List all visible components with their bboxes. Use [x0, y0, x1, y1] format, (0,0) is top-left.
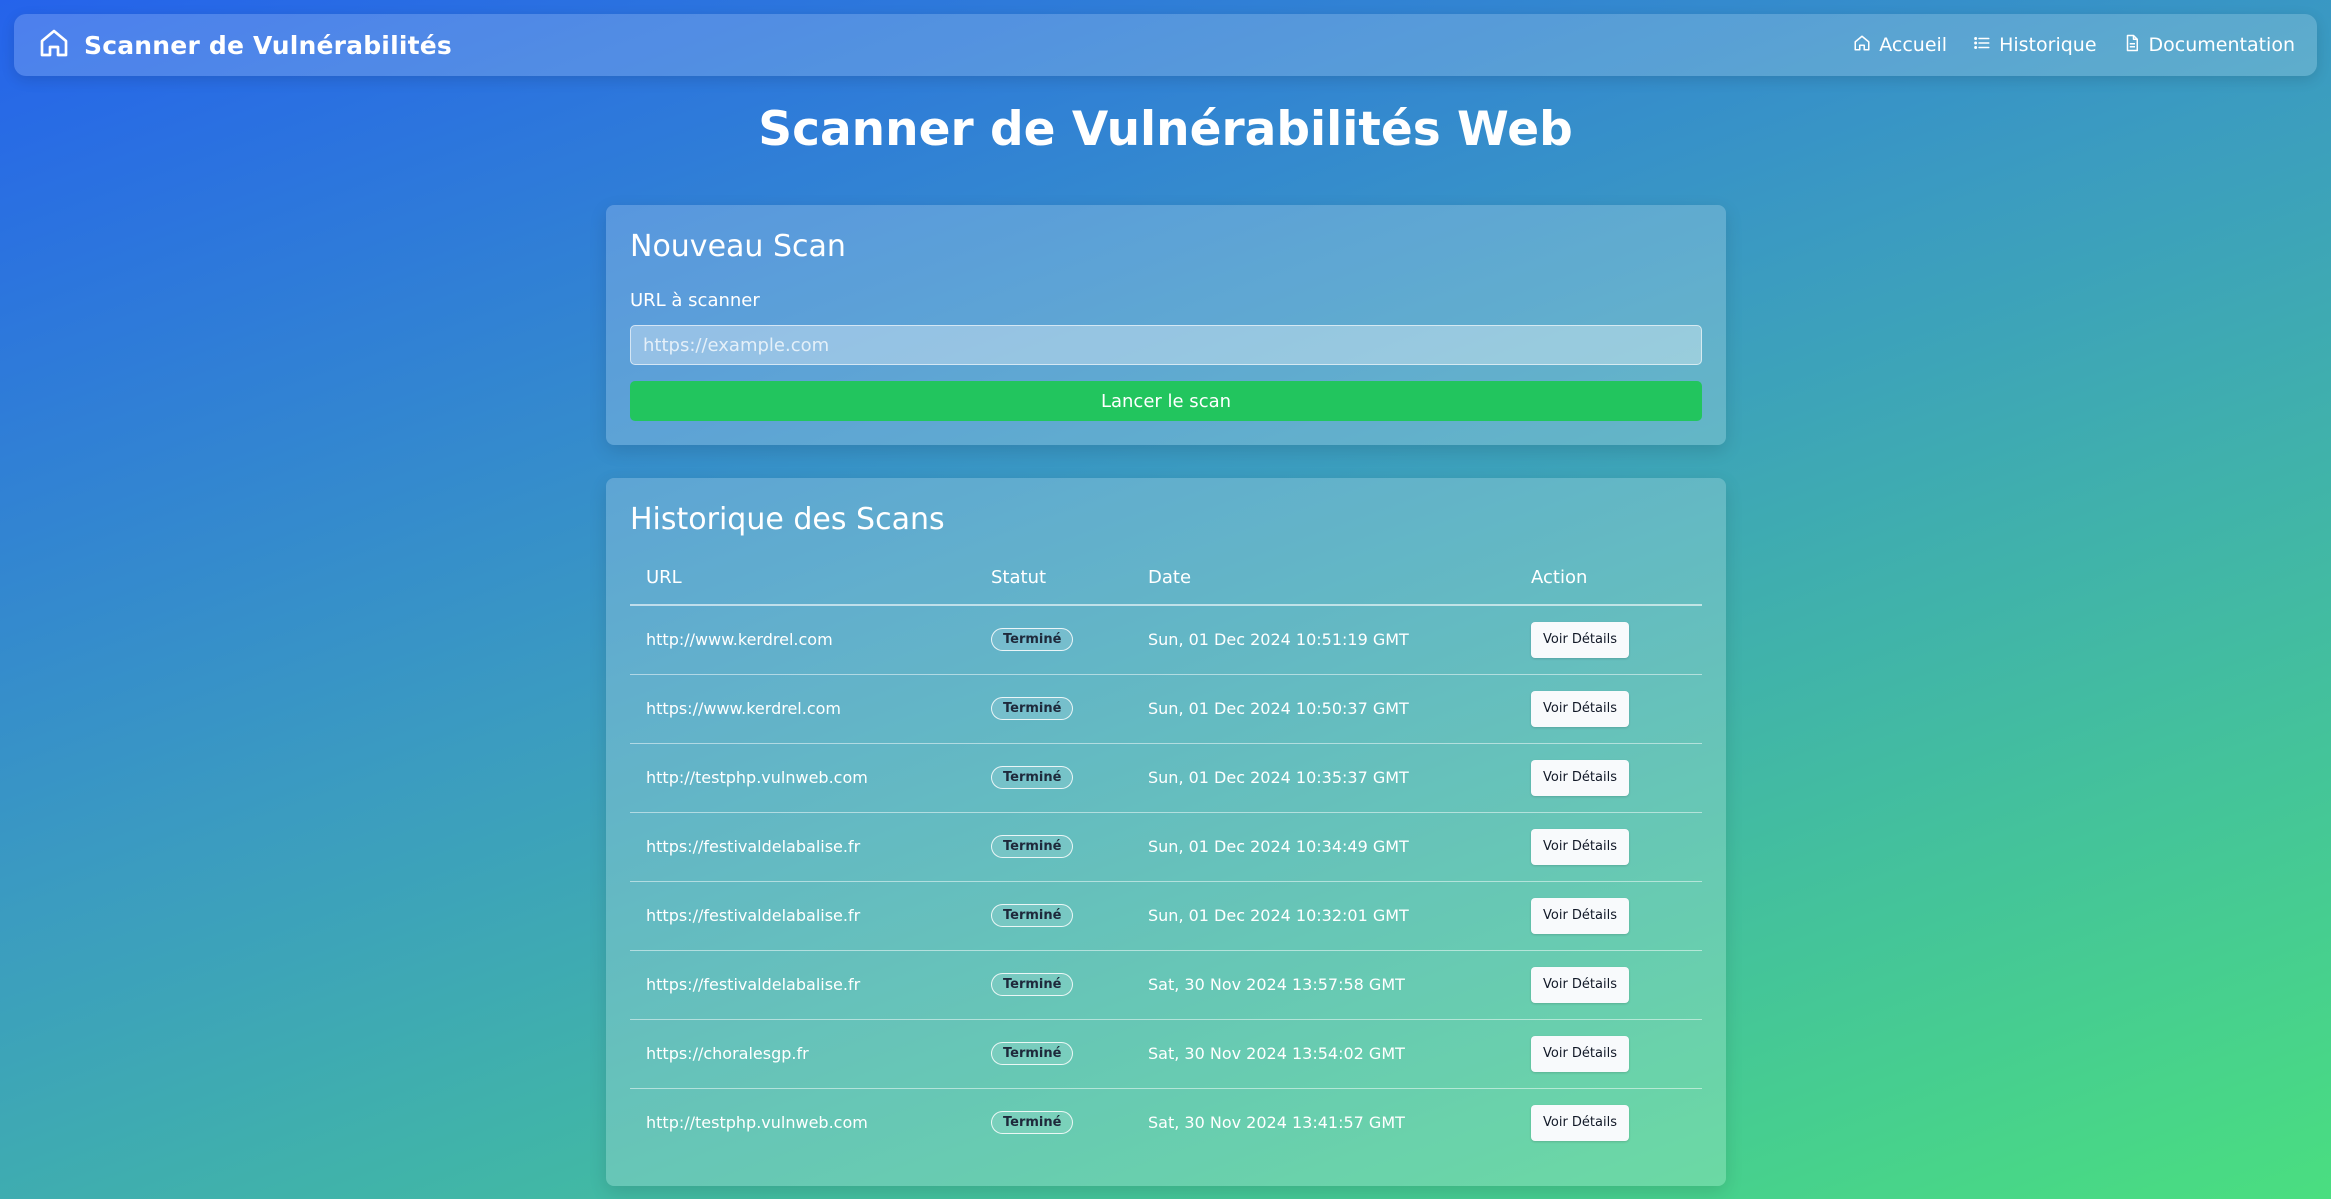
status-badge: Terminé — [991, 904, 1074, 927]
view-details-button[interactable]: Voir Détails — [1531, 1104, 1629, 1141]
new-scan-title: Nouveau Scan — [630, 229, 846, 264]
column-header-action: Action — [1515, 563, 1702, 606]
status-badge: Terminé — [991, 973, 1074, 996]
action-cell: Voir Détails — [1515, 674, 1702, 744]
table-row: https://www.kerdrel.com Terminé Sun, 01 De… — [630, 674, 1702, 744]
status-cell: Terminé — [975, 743, 1132, 813]
table-row: http://www.kerdrel.com Terminé Sun, 01 Dec… — [630, 605, 1702, 675]
url-label: URL à scanner — [630, 290, 760, 311]
view-details-button[interactable]: Voir Détails — [1531, 828, 1629, 865]
action-cell: Voir Détails — [1515, 1088, 1702, 1157]
table-row: https://choralesgp.fr Terminé Sat, 30 Nov … — [630, 1019, 1702, 1089]
navbar: Scanner de Vulnérabilités Accueil Histor… — [14, 14, 2317, 76]
document-icon — [2123, 34, 2141, 57]
column-header-url: URL — [630, 563, 975, 606]
scan-date: Sun, 01 Dec 2024 10:34:49 GMT — [1132, 812, 1515, 882]
action-cell: Voir Détails — [1515, 812, 1702, 882]
new-scan-card: Nouveau Scan URL à scanner Lancer le sca… — [606, 205, 1726, 445]
nav-link-historique[interactable]: Historique — [1973, 34, 2097, 57]
action-cell: Voir Détails — [1515, 605, 1702, 675]
list-icon — [1973, 34, 1991, 57]
column-header-status: Statut — [975, 563, 1132, 606]
scan-url: https://festivaldelabalise.fr — [630, 812, 975, 882]
nav-links: Accueil Historique Documentation — [1853, 34, 2295, 57]
table-row: https://festivaldelabalise.fr Terminé Sat,… — [630, 950, 1702, 1020]
scan-date: Sat, 30 Nov 2024 13:54:02 GMT — [1132, 1019, 1515, 1089]
status-cell: Terminé — [975, 950, 1132, 1020]
view-details-button[interactable]: Voir Détails — [1531, 966, 1629, 1003]
scan-date: Sun, 01 Dec 2024 10:50:37 GMT — [1132, 674, 1515, 744]
scan-url: http://testphp.vulnweb.com — [646, 1113, 868, 1133]
url-input[interactable] — [630, 325, 1702, 365]
home-icon — [38, 27, 70, 63]
nav-link-label: Documentation — [2148, 34, 2295, 56]
start-scan-button[interactable]: Lancer le scan — [630, 381, 1702, 421]
status-badge: Terminé — [991, 628, 1074, 652]
action-cell: Voir Détails — [1515, 950, 1702, 1020]
scan-date: Sun, 01 Dec 2024 10:35:37 GMT — [1132, 743, 1515, 813]
table-row: http://testphp.vulnweb.com Terminé Sat, 30… — [630, 1088, 1702, 1157]
brand-title: Scanner de Vulnérabilités — [84, 30, 453, 60]
page-title: Scanner de Vulnérabilités Web — [758, 102, 1573, 157]
action-cell: Voir Détails — [1515, 1019, 1702, 1089]
table-row: https://festivaldelabalise.fr Terminé Sun,… — [630, 812, 1702, 882]
status-badge: Terminé — [991, 697, 1074, 720]
history-table: URL Statut Date Action http://www.kerdre… — [630, 563, 1702, 1157]
status-cell: Terminé — [975, 1019, 1132, 1089]
brand[interactable]: Scanner de Vulnérabilités — [38, 27, 452, 63]
view-details-button[interactable]: Voir Détails — [1531, 897, 1629, 934]
scan-date: Sat, 30 Nov 2024 13:57:58 GMT — [1132, 950, 1515, 1020]
action-cell: Voir Détails — [1515, 881, 1702, 951]
column-header-date: Date — [1132, 563, 1515, 606]
scan-url: https://festivaldelabalise.fr — [630, 881, 975, 951]
home-icon — [1853, 34, 1871, 57]
nav-link-accueil[interactable]: Accueil — [1853, 34, 1947, 57]
scan-date: Sun, 01 Dec 2024 10:51:19 GMT — [1132, 605, 1515, 675]
view-details-button[interactable]: Voir Détails — [1531, 759, 1629, 796]
scan-url: https://choralesgp.fr — [630, 1019, 975, 1089]
status-cell: Terminé — [975, 881, 1132, 951]
scan-date: Sun, 01 Dec 2024 10:32:01 GMT — [1132, 881, 1515, 951]
nav-link-label: Historique — [1999, 34, 2097, 56]
history-title: Historique des Scans — [630, 502, 945, 537]
table-row: http://testphp.vulnweb.com Terminé Sun, 01… — [630, 743, 1702, 813]
scan-url: https://festivaldelabalise.fr — [630, 950, 975, 1020]
status-badge: Terminé — [991, 835, 1074, 858]
scan-url: https://www.kerdrel.com — [630, 674, 975, 744]
scan-date: Sat, 30 Nov 2024 13:41:57 GMT — [1148, 1113, 1405, 1133]
status-badge: Terminé — [991, 766, 1074, 789]
nav-link-documentation[interactable]: Documentation — [2123, 34, 2295, 57]
status-cell: Terminé — [975, 1088, 1132, 1157]
table-header-row: URL Statut Date Action — [630, 563, 1702, 606]
status-cell: Terminé — [975, 605, 1132, 675]
status-cell: Terminé — [975, 674, 1132, 744]
view-details-button[interactable]: Voir Détails — [1531, 1035, 1629, 1072]
nav-link-label: Accueil — [1879, 34, 1948, 56]
view-details-button[interactable]: Voir Détails — [1531, 621, 1629, 658]
action-cell: Voir Détails — [1515, 743, 1702, 813]
status-cell: Terminé — [975, 812, 1132, 882]
history-table-body: http://www.kerdrel.com Terminé Sun, 01 Dec… — [630, 605, 1702, 1157]
view-details-button[interactable]: Voir Détails — [1531, 690, 1629, 727]
scan-history-card: Historique des Scans URL Statut Date Act… — [606, 478, 1726, 1186]
scan-url: http://www.kerdrel.com — [630, 605, 975, 675]
status-badge: Terminé — [991, 1042, 1074, 1065]
table-row: https://festivaldelabalise.fr Terminé Sun,… — [630, 881, 1702, 951]
status-badge: Terminé — [991, 1111, 1074, 1135]
scan-url: http://testphp.vulnweb.com — [630, 743, 975, 813]
